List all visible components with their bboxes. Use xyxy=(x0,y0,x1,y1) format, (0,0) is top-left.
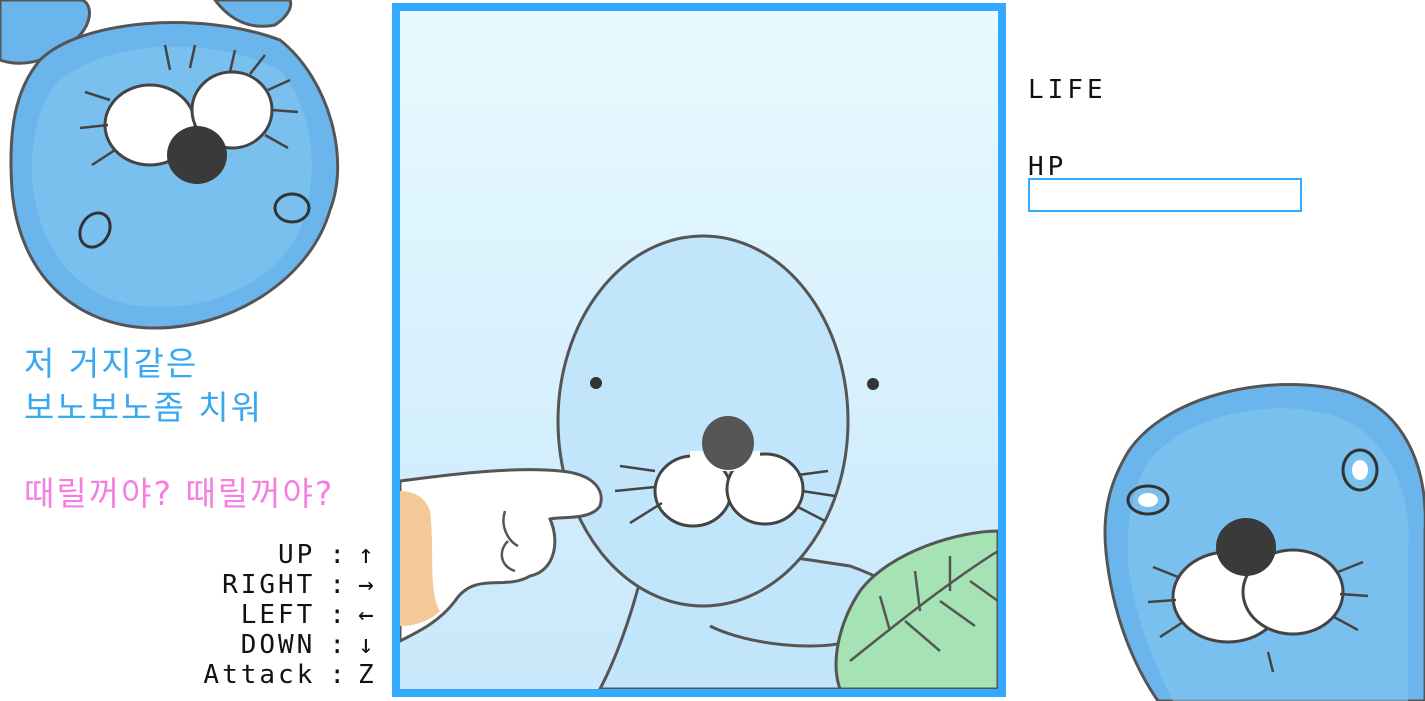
control-separator: : xyxy=(329,660,348,690)
arrow-up-icon: ↑ xyxy=(358,540,377,570)
control-separator: : xyxy=(329,600,348,630)
message-line-2: 보노보노좀 치워 xyxy=(24,388,264,427)
control-key-label: RIGHT xyxy=(222,570,316,600)
control-key-label: LEFT xyxy=(240,600,316,630)
hp-bar xyxy=(1028,178,1302,212)
control-row-down: DOWN : ↓ xyxy=(150,630,388,660)
control-row-up: UP : ↑ xyxy=(150,540,388,570)
taunt-text: 때릴꺼야? 때릴꺼야? xyxy=(24,474,335,513)
arrow-left-icon: ← xyxy=(358,600,377,630)
control-row-right: RIGHT : → xyxy=(150,570,388,600)
control-row-left: LEFT : ← xyxy=(150,600,388,630)
control-separator: : xyxy=(329,630,348,660)
control-separator: : xyxy=(329,570,348,600)
control-key-label: Attack xyxy=(203,660,316,690)
controls-legend: UP : ↑ RIGHT : → LEFT : ← DOWN : ↓ Attac… xyxy=(150,540,388,690)
arrow-down-icon: ↓ xyxy=(358,630,377,660)
control-key-label: DOWN xyxy=(240,630,316,660)
message-line-1: 저 거지같은 xyxy=(24,344,199,383)
life-label: LIFE xyxy=(1028,75,1107,105)
attack-key-label: Z xyxy=(358,660,377,690)
bonobono-portrait-bottom-right xyxy=(1103,383,1425,701)
arrow-right-icon: → xyxy=(358,570,377,600)
bonobono-portrait-top-left xyxy=(0,0,340,330)
control-key-label: UP xyxy=(278,540,316,570)
control-separator: : xyxy=(329,540,348,570)
game-scene[interactable] xyxy=(400,11,998,689)
control-row-attack: Attack : Z xyxy=(150,660,388,690)
game-viewport[interactable] xyxy=(392,3,1006,697)
game-page: 저 거지같은 보노보노좀 치워 때릴꺼야? 때릴꺼야? UP : ↑ RIGHT… xyxy=(0,0,1425,701)
